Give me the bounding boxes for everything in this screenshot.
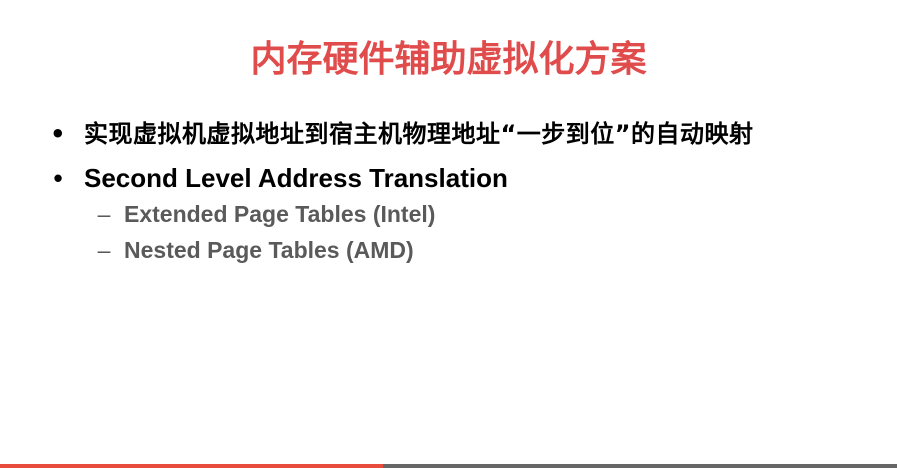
sub-bullet-text: Nested Page Tables (AMD) bbox=[124, 237, 414, 263]
bottom-bar-accent bbox=[0, 464, 383, 468]
bullet-item-slat: • Second Level Address Translation bbox=[48, 160, 848, 196]
bullet-marker: • bbox=[53, 163, 63, 193]
sub-bullet-marker: – bbox=[97, 237, 111, 263]
bullet-marker: • bbox=[50, 120, 66, 148]
bullet-item-mapping: • 实现虚拟机虚拟地址到宿主机物理地址“一步到位”的自动映射 bbox=[48, 118, 848, 150]
bullet-text: Second Level Address Translation bbox=[84, 163, 508, 193]
sub-bullet-item-npt: – Nested Page Tables (AMD) bbox=[48, 232, 848, 268]
bullet-list: • 实现虚拟机虚拟地址到宿主机物理地址“一步到位”的自动映射 • Second … bbox=[48, 118, 848, 268]
bottom-bar-rest bbox=[383, 464, 897, 468]
sub-bullet-marker: – bbox=[97, 201, 111, 227]
sub-bullet-text: Extended Page Tables (Intel) bbox=[124, 201, 436, 227]
slide-title: 内存硬件辅助虚拟化方案 bbox=[250, 39, 647, 80]
bullet-text: 实现虚拟机虚拟地址到宿主机物理地址“一步到位”的自动映射 bbox=[84, 120, 754, 148]
bottom-progress-bar bbox=[0, 464, 897, 468]
slide: 内存硬件辅助虚拟化方案 • 实现虚拟机虚拟地址到宿主机物理地址“一步到位”的自动… bbox=[0, 0, 897, 468]
sub-bullet-item-ept: – Extended Page Tables (Intel) bbox=[48, 196, 848, 232]
